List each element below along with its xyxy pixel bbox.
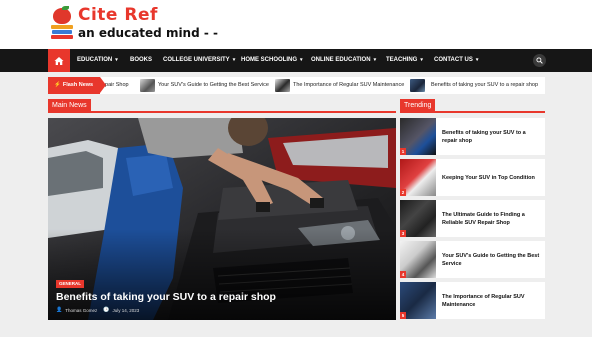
clock-icon: 🕒 <box>103 307 110 313</box>
main-news-divider <box>48 111 396 113</box>
main-news-card[interactable]: GENERAL Benefits of taking your SUV to a… <box>48 118 396 320</box>
trending-title[interactable]: The Importance of Regular SUV Maintenanc… <box>442 282 542 319</box>
search-icon <box>536 57 543 64</box>
chevron-down-icon: ▾ <box>420 57 423 63</box>
flash-news-item[interactable]: Benefits of taking your SUV to a repair … <box>431 77 538 94</box>
bolt-icon: ⚡ <box>54 82 61 88</box>
home-button[interactable] <box>48 49 70 72</box>
trending-rank: 4 <box>400 271 406 278</box>
nav-item-contact-us[interactable]: CONTACT US ▾ <box>434 49 478 72</box>
flash-news-thumbnail[interactable] <box>410 79 425 92</box>
trending-title[interactable]: The Ultimate Guide to Finding a Reliable… <box>442 200 542 237</box>
leaf-icon <box>62 6 69 10</box>
chevron-down-icon: ▾ <box>115 57 118 63</box>
trending-rank: 5 <box>400 312 406 319</box>
article-meta: 👤 Thomas Gomez 🕒 July 14, 2023 <box>56 307 139 313</box>
nav-item-home-schooling[interactable]: HOME SCHOOLING ▾ <box>241 49 303 72</box>
trending-item[interactable]: 2 Keeping Your SUV in Top Condition <box>400 159 545 196</box>
flash-news-label: ⚡ Flash News <box>48 77 106 94</box>
chevron-down-icon: ▾ <box>232 57 236 63</box>
main-news-heading: Main News <box>48 99 91 112</box>
nav-item-college-university[interactable]: COLLEGE UNIVERSITY ▾ <box>163 49 235 72</box>
trending-title[interactable]: Benefits of taking your SUV to a repair … <box>442 118 542 155</box>
search-button[interactable] <box>533 54 546 67</box>
trending-item[interactable]: 1 Benefits of taking your SUV to a repai… <box>400 118 545 155</box>
user-icon: 👤 <box>56 307 63 313</box>
site-header: Cite Ref an educated mind - - <box>0 0 592 49</box>
site-title: Cite Ref <box>78 5 158 25</box>
flash-news-thumbnail[interactable] <box>140 79 155 92</box>
site-tagline: an educated mind - - <box>78 26 219 40</box>
chevron-down-icon: ▾ <box>373 57 377 63</box>
author-name[interactable]: Thomas Gomez <box>65 308 97 313</box>
trending-item[interactable]: 4 Your SUV's Guide to Getting the Best S… <box>400 241 545 278</box>
home-icon <box>54 56 64 65</box>
main-news-headline[interactable]: Benefits of taking your SUV to a repair … <box>56 291 276 303</box>
trending-title[interactable]: Your SUV's Guide to Getting the Best Ser… <box>442 241 542 278</box>
trending-heading: Trending <box>400 99 436 112</box>
nav-item-books[interactable]: BOOKS <box>130 49 152 72</box>
nav-item-teaching[interactable]: TEACHING ▾ <box>386 49 423 72</box>
trending-item[interactable]: 5 The Importance of Regular SUV Maintena… <box>400 282 545 319</box>
chevron-down-icon: ▾ <box>300 57 303 63</box>
flash-news-item[interactable]: Your SUV's Guide to Getting the Best Ser… <box>158 77 269 94</box>
nav-item-education[interactable]: EDUCATION ▾ <box>77 49 118 72</box>
trending-rank: 1 <box>400 148 406 155</box>
trending-rank: 2 <box>400 189 406 196</box>
site-logo[interactable]: Cite Ref an educated mind - - <box>51 5 218 44</box>
trending-item[interactable]: 3 The Ultimate Guide to Finding a Reliab… <box>400 200 545 237</box>
category-badge[interactable]: GENERAL <box>56 280 85 288</box>
publish-date: July 14, 2023 <box>112 307 140 313</box>
apple-icon <box>53 8 71 24</box>
trending-rank: 3 <box>400 230 406 237</box>
nav-item-online-education[interactable]: ONLINE EDUCATION ▾ <box>311 49 376 72</box>
books-icon <box>51 25 73 39</box>
hero-image <box>48 118 396 320</box>
flash-news-item[interactable]: The Importance of Regular SUV Maintenanc… <box>293 77 404 94</box>
flash-news-thumbnail[interactable] <box>275 79 290 92</box>
chevron-down-icon: ▾ <box>475 57 479 63</box>
trending-title[interactable]: Keeping Your SUV in Top Condition <box>442 159 542 196</box>
flash-news-ticker: ⚡ Flash News Repair Shop Your SUV's Guide… <box>48 77 545 94</box>
main-navigation: EDUCATION ▾ BOOKS COLLEGE UNIVERSITY ▾ HOM… <box>0 49 592 72</box>
